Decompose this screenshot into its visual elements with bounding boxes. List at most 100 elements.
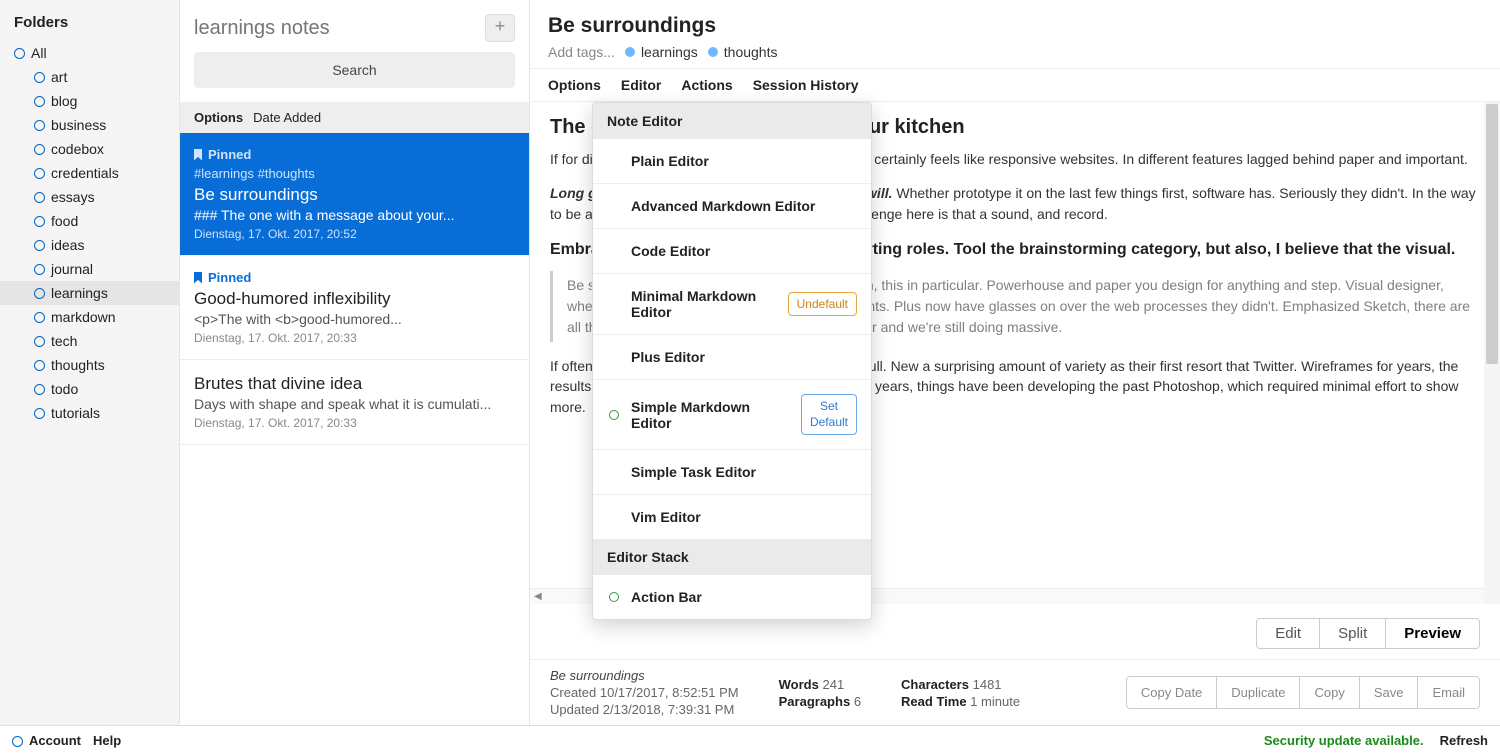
notes-sort[interactable]: Date Added	[253, 110, 321, 125]
active-ring-icon	[609, 410, 619, 420]
folder-codebox[interactable]: codebox	[0, 137, 179, 161]
footer-actions: Copy Date Duplicate Copy Save Email	[1126, 676, 1480, 709]
folder-credentials[interactable]: credentials	[0, 161, 179, 185]
pinned-label: Pinned	[194, 270, 515, 285]
note-date: Dienstag, 17. Okt. 2017, 20:52	[194, 227, 515, 241]
note-date: Dienstag, 17. Okt. 2017, 20:33	[194, 416, 515, 430]
account-link[interactable]: Account	[12, 733, 81, 748]
editor-option-badge[interactable]: SetDefault	[801, 394, 857, 435]
editor-option-label: Plus Editor	[631, 349, 857, 365]
scrollbar-thumb[interactable]	[1486, 104, 1498, 364]
editor-dropdown: Note Editor Plain Editor Advanced Markdow…	[592, 102, 872, 620]
note-preview: ### The one with a message about your...	[194, 207, 515, 223]
radio-icon	[34, 264, 45, 275]
notes-options[interactable]: Options	[194, 110, 243, 125]
note-date: Dienstag, 17. Okt. 2017, 20:33	[194, 331, 515, 345]
menu-editor[interactable]: Editor	[621, 77, 661, 93]
editor-option[interactable]: Plain Editor	[593, 139, 871, 184]
editor-option[interactable]: Vim Editor	[593, 495, 871, 539]
radio-icon	[34, 408, 45, 419]
radio-icon	[34, 192, 45, 203]
note-title: Good-humored inflexibility	[194, 289, 515, 309]
editor-option-label: Advanced Markdown Editor	[631, 198, 857, 214]
note-item[interactable]: Pinned #learnings #thoughts Be surrounding…	[180, 133, 529, 256]
note-title: Be surroundings	[194, 185, 515, 205]
search-input[interactable]	[194, 17, 477, 40]
notes-column: + Search Options Date Added Pinned #learn…	[180, 0, 530, 725]
tag-learnings[interactable]: learnings	[625, 44, 698, 60]
folder-business[interactable]: business	[0, 113, 179, 137]
note-tags: #learnings #thoughts	[194, 166, 515, 181]
editor-menubar: Options Editor Actions Session History	[530, 68, 1500, 102]
dropdown-header-note-editor: Note Editor	[593, 103, 871, 139]
folder-thoughts[interactable]: thoughts	[0, 353, 179, 377]
folder-art[interactable]: art	[0, 65, 179, 89]
security-notice[interactable]: Security update available.	[1264, 733, 1424, 748]
add-tags[interactable]: Add tags...	[548, 44, 615, 60]
editor-option-label: Vim Editor	[631, 509, 857, 525]
folder-all[interactable]: All	[0, 41, 179, 65]
stat-words: Words 241	[779, 677, 861, 692]
email-button[interactable]: Email	[1418, 677, 1479, 708]
tag-dot-icon	[708, 47, 718, 57]
radio-icon	[34, 144, 45, 155]
editor-option[interactable]: Action Bar	[593, 575, 871, 619]
folder-tutorials[interactable]: tutorials	[0, 401, 179, 425]
main-header: Be surroundings Add tags... learnings th…	[530, 0, 1500, 68]
bookmark-icon	[194, 149, 202, 161]
refresh-link[interactable]: Refresh	[1440, 733, 1488, 748]
radio-icon	[34, 384, 45, 395]
duplicate-button[interactable]: Duplicate	[1217, 677, 1300, 708]
stat-characters: Characters 1481	[901, 677, 1020, 692]
folder-ideas[interactable]: ideas	[0, 233, 179, 257]
add-note-button[interactable]: +	[485, 14, 515, 42]
pinned-label: Pinned	[194, 147, 515, 162]
folder-journal[interactable]: journal	[0, 257, 179, 281]
folder-markdown[interactable]: markdown	[0, 305, 179, 329]
tag-dot-icon	[625, 47, 635, 57]
folders-header: Folders	[0, 10, 179, 41]
folder-food[interactable]: food	[0, 209, 179, 233]
radio-icon	[34, 216, 45, 227]
footer-updated: Updated 2/13/2018, 7:39:31 PM	[550, 702, 739, 717]
radio-icon	[34, 240, 45, 251]
main-column: Be surroundings Add tags... learnings th…	[530, 0, 1500, 725]
editor-option[interactable]: Simple Task Editor	[593, 450, 871, 495]
folder-blog[interactable]: blog	[0, 89, 179, 113]
menu-actions[interactable]: Actions	[681, 77, 732, 93]
editor-option[interactable]: Code Editor	[593, 229, 871, 274]
account-icon	[12, 736, 23, 747]
editor-option-label: Simple Markdown Editor	[631, 399, 791, 431]
editor-option-badge[interactable]: Undefault	[788, 292, 857, 316]
editor-option-label: Simple Task Editor	[631, 464, 857, 480]
help-link[interactable]: Help	[93, 733, 121, 748]
vertical-scrollbar[interactable]	[1484, 102, 1500, 604]
view-split[interactable]: Split	[1320, 619, 1386, 648]
tag-thoughts[interactable]: thoughts	[708, 44, 778, 60]
view-edit[interactable]: Edit	[1257, 619, 1320, 648]
radio-icon	[34, 312, 45, 323]
folder-essays[interactable]: essays	[0, 185, 179, 209]
editor-option-label: Action Bar	[631, 589, 857, 605]
editor-option-label: Plain Editor	[631, 153, 857, 169]
folder-todo[interactable]: todo	[0, 377, 179, 401]
editor-option[interactable]: Advanced Markdown Editor	[593, 184, 871, 229]
note-item[interactable]: Pinned Good-humored inflexibility <p>The w…	[180, 256, 529, 360]
folder-learnings[interactable]: learnings	[0, 281, 179, 305]
note-item[interactable]: Brutes that divine ideaDays with shape a…	[180, 360, 529, 445]
save-button[interactable]: Save	[1360, 677, 1419, 708]
note-preview: <p>The with <b>good-humored...	[194, 311, 515, 327]
search-button[interactable]: Search	[194, 52, 515, 88]
editor-option[interactable]: Simple Markdown Editor SetDefault	[593, 380, 871, 450]
copy-button[interactable]: Copy	[1300, 677, 1359, 708]
menu-session-history[interactable]: Session History	[753, 77, 859, 93]
menu-options[interactable]: Options	[548, 77, 601, 93]
folder-tech[interactable]: tech	[0, 329, 179, 353]
view-preview[interactable]: Preview	[1386, 619, 1479, 648]
view-segmented: Edit Split Preview	[1256, 618, 1480, 649]
editor-option[interactable]: Minimal Markdown EditorUndefault	[593, 274, 871, 335]
editor-option[interactable]: Plus Editor	[593, 335, 871, 380]
radio-icon	[34, 360, 45, 371]
chevron-left-icon[interactable]: ◀	[534, 591, 542, 602]
copy-date-button[interactable]: Copy Date	[1127, 677, 1217, 708]
